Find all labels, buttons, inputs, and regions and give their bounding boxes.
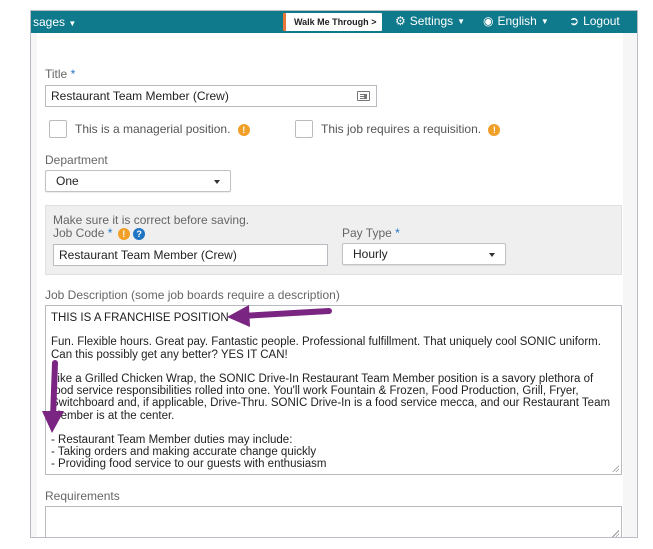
job-form-window: sages ▼ Walk Me Through > ⚙ Settings ▼ ◉… [30,10,638,538]
globe-icon: ◉ [483,14,494,28]
department-selected-value: One [56,174,79,188]
job-code-input[interactable]: Restaurant Team Member (Crew) [53,244,328,266]
requisition-checkbox[interactable] [295,120,313,138]
info-icon[interactable]: ! [117,227,130,240]
info-icon[interactable]: ! [488,123,501,136]
job-description-line: Member is at the center. [51,409,175,422]
job-description-line: Switchboard and, if applicable, Drive-Th… [51,397,611,410]
requisition-label: This job requires a requisition. ! [321,122,501,136]
settings-label: Settings [409,14,454,28]
top-navigation-bar: sages ▼ Walk Me Through > ⚙ Settings ▼ ◉… [31,11,637,33]
department-label: Department [45,153,108,167]
pay-type-select[interactable]: Hourly [342,243,506,265]
job-description-line: - Restaurant Team Member duties may incl… [51,434,293,446]
caret-down-icon [489,253,495,257]
job-description-line: food service responsibilities rolled int… [51,385,579,398]
title-input[interactable]: Restaurant Team Member (Crew) [45,85,377,107]
job-description-line: THIS IS A FRANCHISE POSITION [51,312,229,324]
requirements-label: Requirements [45,489,120,503]
gear-icon: ⚙ [395,14,406,28]
managerial-label: This is a managerial position. ! [75,122,250,136]
pay-type-label: Pay Type * [342,226,400,240]
walk-me-through-button[interactable]: Walk Me Through > [283,13,383,31]
job-description-line: Fun. Flexible hours. Great pay. Fantasti… [51,336,601,349]
job-description-textarea[interactable]: THIS IS A FRANCHISE POSITION Fun. Flexibl… [45,305,622,475]
panel-note: Make sure it is correct before saving. [53,213,250,227]
job-code-label: Job Code * ! ? [53,226,146,240]
job-description-label: Job Description (some job boards require… [45,288,340,302]
resize-handle[interactable] [612,530,619,537]
title-label: Title * [45,67,76,81]
job-description-line: Can this possibly get any better? YES IT… [51,348,288,361]
managerial-checkbox[interactable] [49,120,67,138]
pay-type-selected-value: Hourly [353,247,388,261]
walk-me-through-label: Walk Me Through [294,17,369,27]
resize-handle[interactable] [612,465,619,472]
messages-menu[interactable]: sages ▼ [33,15,76,29]
caret-down-icon [214,180,220,184]
requirements-textarea[interactable] [45,506,622,537]
chevron-down-icon: ▼ [457,16,466,26]
logout-link[interactable]: ➲ Logout [569,14,620,28]
language-menu[interactable]: ◉ English ▼ [483,14,549,28]
info-icon[interactable]: ! [237,123,250,136]
logout-icon: ➲ [569,14,580,28]
language-label: English [497,14,537,28]
required-marker: * [70,67,76,81]
title-value: Restaurant Team Member (Crew) [51,89,229,103]
chevron-down-icon: ▼ [68,19,77,28]
text-template-icon[interactable] [357,91,370,101]
required-marker: * [107,226,113,240]
chevron-right-icon: > [371,17,377,27]
job-code-panel: Make sure it is correct before saving. J… [45,205,622,275]
required-marker: * [395,226,400,240]
job-code-value: Restaurant Team Member (Crew) [59,248,237,262]
help-icon[interactable]: ? [133,227,146,240]
form-container: Title * Restaurant Team Member (Crew) Th… [37,33,623,537]
department-select[interactable]: One [45,170,231,192]
settings-menu[interactable]: ⚙ Settings ▼ [395,14,465,28]
job-description-line: Like a Grilled Chicken Wrap, the SONIC D… [51,373,594,385]
messages-label: sages [33,15,66,29]
logout-label: Logout [583,14,620,28]
job-description-line: - Providing food service to our guests w… [51,458,327,471]
content-area: Title * Restaurant Team Member (Crew) Th… [31,33,637,537]
job-description-line: - Taking orders and making accurate chan… [51,446,317,459]
chevron-down-icon: ▼ [540,16,549,26]
